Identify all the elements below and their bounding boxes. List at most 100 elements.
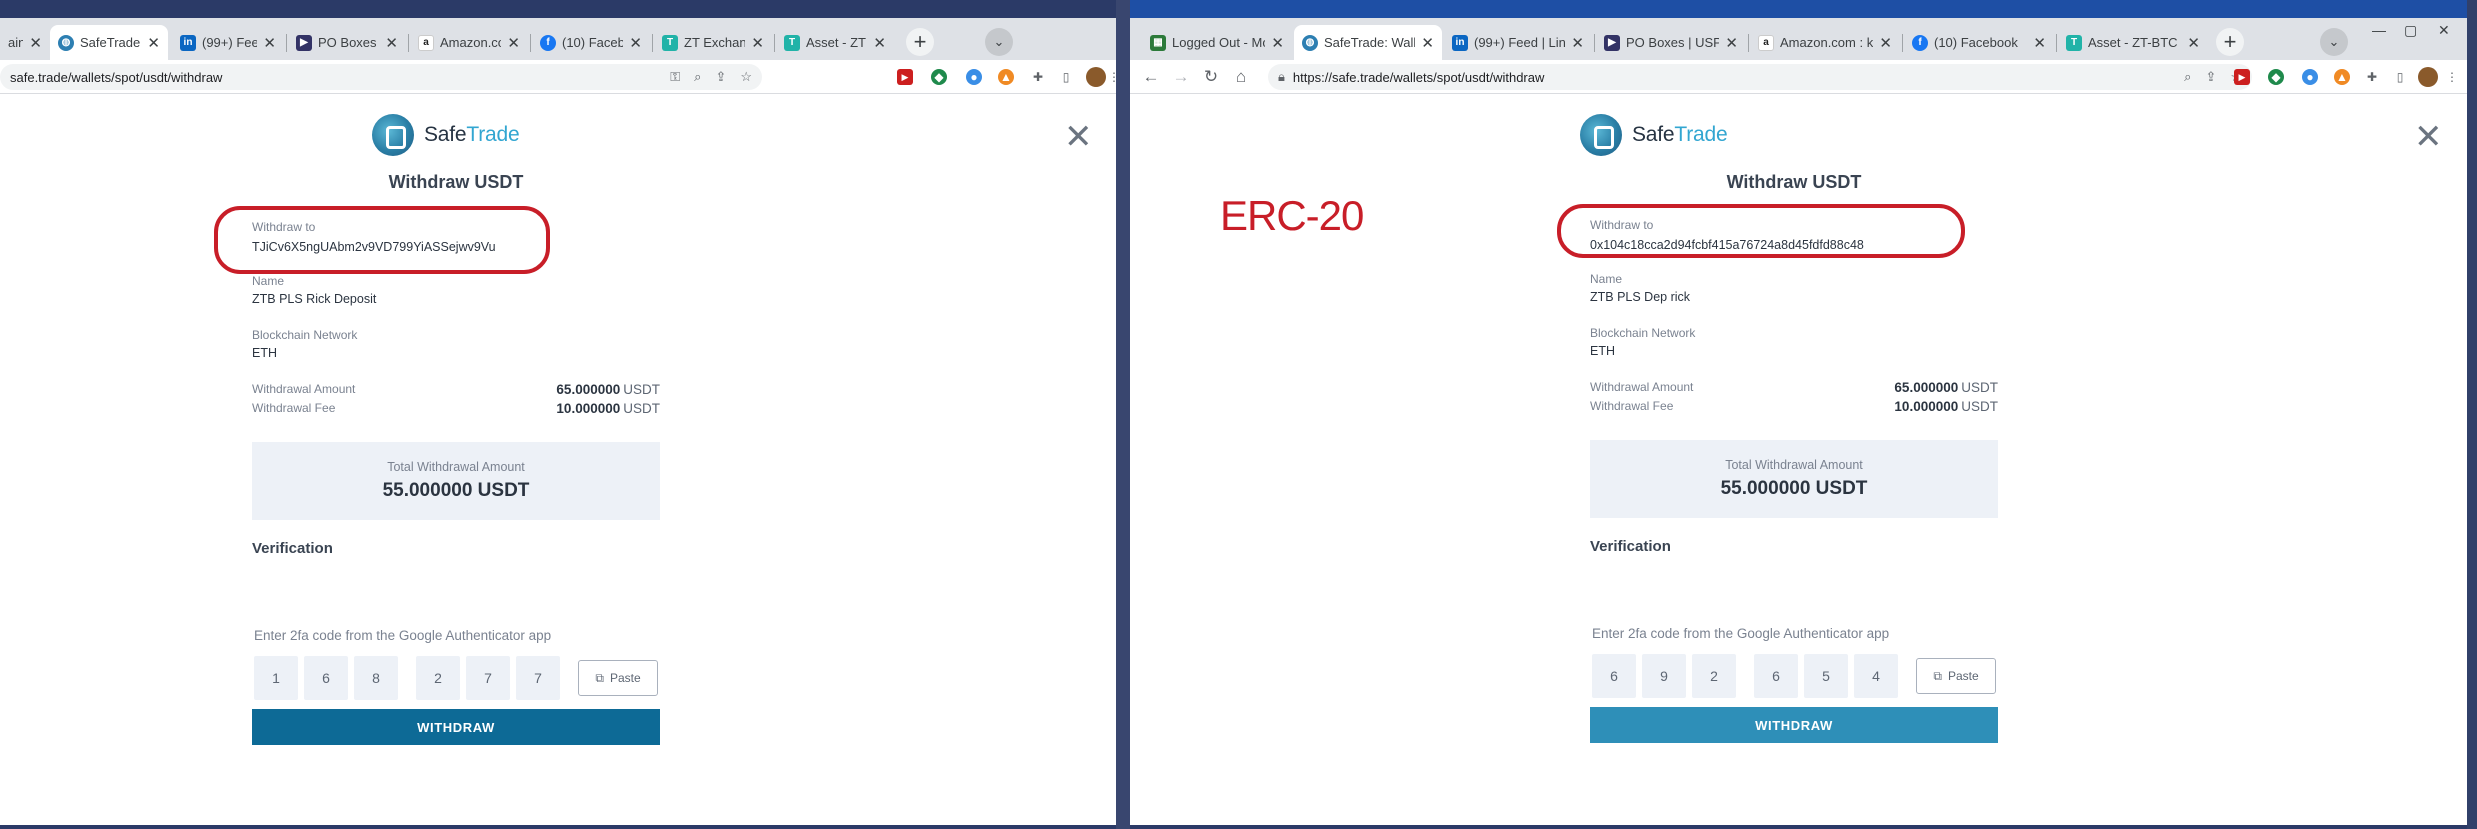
new-tab-button[interactable]: + (906, 28, 934, 56)
close-tab-icon[interactable]: ✕ (629, 34, 642, 52)
maximize-icon[interactable]: ▢ (2404, 22, 2417, 39)
twofa-digit-2[interactable]: 9 (1642, 654, 1686, 698)
tab-linkedin[interactable]: in (99+) Feed ✕ (172, 25, 284, 60)
twofa-digit-2[interactable]: 6 (304, 656, 348, 700)
tab-facebook[interactable]: f (10) Faceb ✕ (532, 25, 650, 60)
tab-separator (530, 34, 531, 52)
share-icon[interactable]: ⇪ (2205, 69, 2216, 85)
twofa-digit-6[interactable]: 7 (516, 656, 560, 700)
extension-green-icon[interactable]: ◆ (2268, 69, 2284, 85)
tab-safetrade[interactable]: ◍ SafeTrade ✕ (50, 25, 168, 60)
reload-icon[interactable]: ↻ (1200, 66, 1222, 88)
close-tab-icon[interactable]: ✕ (147, 34, 160, 52)
tab-linkedin[interactable]: in (99+) Feed | Linke ✕ (1444, 25, 1592, 60)
minimize-icon[interactable]: — (2372, 22, 2386, 38)
close-tab-icon[interactable]: ✕ (263, 34, 276, 52)
close-tab-icon[interactable]: ✕ (751, 34, 764, 52)
tab-title: SafeTrade (80, 35, 141, 50)
close-tab-icon[interactable]: ✕ (1571, 34, 1584, 52)
tab-logged-out[interactable]: ▦ Logged Out - Mo ✕ (1142, 25, 1292, 60)
avatar[interactable] (2418, 67, 2438, 87)
twofa-digit-1[interactable]: 6 (1592, 654, 1636, 698)
tab-separator (286, 34, 287, 52)
withdraw-to-label: Withdraw to (1590, 218, 1654, 232)
twofa-digit-1[interactable]: 1 (254, 656, 298, 700)
name-value: ZTB PLS Dep rick (1590, 290, 1691, 304)
withdrawal-fee-label: Withdrawal Fee (1590, 399, 1674, 413)
withdraw-button[interactable]: WITHDRAW (1590, 707, 1998, 743)
close-tab-icon[interactable]: ✕ (2187, 34, 2200, 52)
twofa-digit-4[interactable]: 2 (416, 656, 460, 700)
paste-icon: ⧉ (595, 670, 604, 685)
home-icon[interactable]: ⌂ (1230, 66, 1252, 88)
close-tab-icon[interactable]: ✕ (29, 34, 42, 52)
twofa-label: Enter 2fa code from the Google Authentic… (254, 628, 552, 643)
amazon-icon: a (418, 34, 434, 51)
extension-green-icon[interactable]: ◆ (931, 69, 947, 85)
close-tab-icon[interactable]: ✕ (1421, 34, 1434, 52)
twofa-digit-3[interactable]: 8 (354, 656, 398, 700)
close-icon[interactable]: ✕ (2414, 120, 2443, 154)
extension-blue-icon[interactable]: ● (2302, 69, 2318, 85)
paste-button[interactable]: ⧉ Paste (1916, 658, 1996, 694)
extensions-puzzle-icon[interactable]: ✚ (2364, 69, 2380, 85)
total-withdrawal-box: Total Withdrawal Amount 55.000000 USDT (252, 442, 660, 520)
close-icon[interactable]: ✕ (1064, 120, 1093, 154)
tab-zt-asset[interactable]: T Asset - ZT-BTC M ✕ (2058, 25, 2208, 60)
extension-red-icon[interactable]: ▶ (897, 69, 913, 85)
tab-amazon[interactable]: a Amazon.co ✕ (410, 25, 528, 60)
withdrawal-fee-value: 10.000000 USDT (1894, 399, 1998, 414)
tab-facebook[interactable]: f (10) Facebook ✕ (1904, 25, 2054, 60)
twofa-digit-6[interactable]: 4 (1854, 654, 1898, 698)
key-icon[interactable]: ⚿ (670, 69, 680, 85)
close-tab-icon[interactable]: ✕ (873, 34, 886, 52)
withdraw-button[interactable]: WITHDRAW (252, 709, 660, 745)
tab-usps[interactable]: ▶ PO Boxes | USPS ✕ (1596, 25, 1746, 60)
extensions-puzzle-icon[interactable]: ✚ (1030, 69, 1046, 85)
extension-red-icon[interactable]: ▶ (2234, 69, 2250, 85)
address-bar[interactable]: 🔒︎ https://safe.trade/wallets/spot/usdt/… (1268, 64, 2252, 90)
tab-amazon[interactable]: a Amazon.com : ka ✕ (1750, 25, 1900, 60)
tab-title: PO Boxes | (318, 35, 380, 50)
metamask-icon[interactable]: ▲ (2334, 69, 2350, 85)
new-tab-button[interactable]: + (2216, 28, 2244, 56)
twofa-digit-3[interactable]: 2 (1692, 654, 1736, 698)
url-text: https://safe.trade/wallets/spot/usdt/wit… (1292, 69, 1545, 85)
close-tab-icon[interactable]: ✕ (2033, 34, 2046, 52)
extension-blue-icon[interactable]: ● (966, 69, 982, 85)
sidepanel-icon[interactable]: ▯ (2392, 69, 2408, 85)
total-value: 55.000000 USDT (1720, 478, 1868, 499)
withdrawal-fee-label: Withdrawal Fee (252, 401, 336, 415)
metamask-icon[interactable]: ▲ (998, 69, 1014, 85)
back-icon[interactable]: ← (1140, 66, 1162, 88)
forward-icon[interactable]: → (1170, 66, 1192, 88)
paste-icon: ⧉ (1933, 668, 1942, 683)
close-tab-icon[interactable]: ✕ (1271, 34, 1284, 52)
menu-dots-icon[interactable]: ⋮ (2444, 69, 2460, 85)
safetrade-logo-icon (1580, 114, 1622, 156)
twofa-digit-4[interactable]: 6 (1754, 654, 1798, 698)
tab-search-icon[interactable]: ⌄ (985, 28, 1013, 56)
close-tab-icon[interactable]: ✕ (1879, 34, 1892, 52)
close-tab-icon[interactable]: ✕ (385, 34, 398, 52)
tab-0[interactable]: ain ✕ (0, 25, 50, 60)
zoom-icon[interactable]: ⌕ (2184, 69, 2191, 85)
tab-usps[interactable]: ▶ PO Boxes | ✕ (288, 25, 406, 60)
tab-search-icon[interactable]: ⌄ (2320, 28, 2348, 56)
close-window-icon[interactable]: ✕ (2438, 22, 2450, 39)
close-tab-icon[interactable]: ✕ (1725, 34, 1738, 52)
tab-zt-asset[interactable]: T Asset - ZT ✕ (776, 25, 894, 60)
twofa-digit-5[interactable]: 7 (466, 656, 510, 700)
close-tab-icon[interactable]: ✕ (507, 34, 520, 52)
address-bar[interactable]: safe.trade/wallets/spot/usdt/withdraw ⚿ … (0, 64, 762, 90)
star-icon[interactable]: ☆ (740, 69, 752, 85)
avatar[interactable] (1086, 67, 1106, 87)
zoom-icon[interactable]: ⌕ (694, 69, 701, 85)
paste-button[interactable]: ⧉ Paste (578, 660, 658, 696)
twofa-digit-5[interactable]: 5 (1804, 654, 1848, 698)
sidepanel-icon[interactable]: ▯ (1058, 69, 1074, 85)
tab-zt-exchange[interactable]: T ZT Exchang ✕ (654, 25, 772, 60)
tab-safetrade[interactable]: ◍ SafeTrade: Wallet ✕ (1294, 25, 1442, 60)
share-icon[interactable]: ⇪ (715, 69, 726, 85)
linkedin-icon: in (1452, 34, 1468, 51)
